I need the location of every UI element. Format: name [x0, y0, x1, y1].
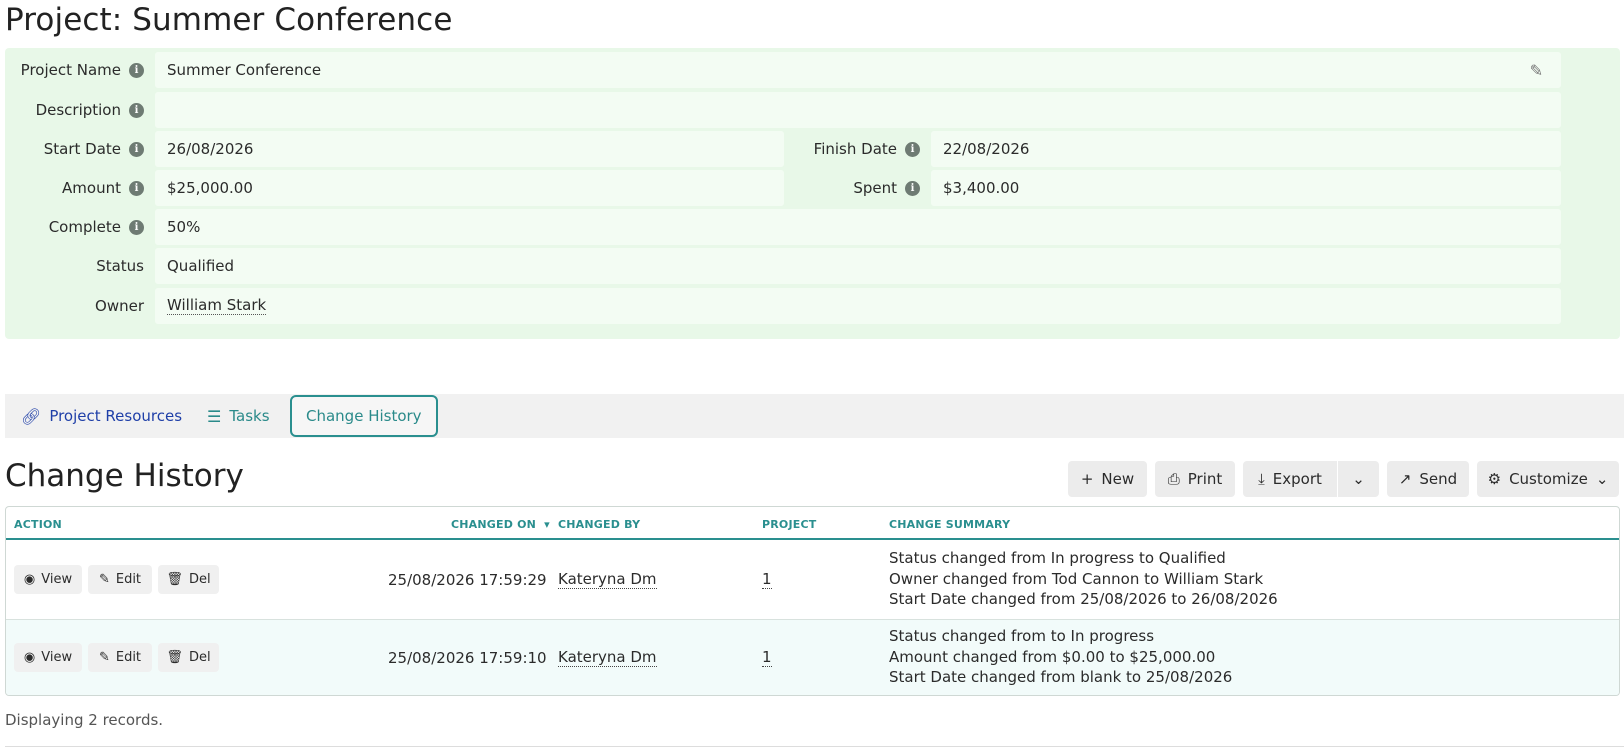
- amount-label: Amount i: [5, 170, 144, 206]
- info-icon[interactable]: i: [905, 180, 920, 196]
- change-history-table: ACTION CHANGED ON ▾ CHANGED BY PROJECT C…: [5, 506, 1620, 696]
- project-link[interactable]: 1: [762, 649, 772, 667]
- gear-icon: ⚙: [1487, 470, 1502, 488]
- start-date-label: Start Date i: [5, 131, 144, 167]
- eye-icon: ◉: [23, 650, 36, 665]
- owner-label: Owner: [95, 297, 144, 315]
- eye-icon: ◉: [23, 572, 36, 587]
- pencil-icon[interactable]: ✎: [1530, 61, 1543, 80]
- owner-link[interactable]: William Stark: [167, 297, 267, 315]
- column-header-changed-on[interactable]: CHANGED ON ▾: [451, 518, 550, 531]
- status-label: Status: [96, 257, 144, 275]
- edit-button[interactable]: ✎ Edit: [88, 565, 152, 594]
- complete-value: 50%: [155, 209, 1561, 245]
- info-icon[interactable]: i: [129, 219, 144, 235]
- finish-date-value: 22/08/2026: [931, 131, 1561, 167]
- change-summary-cell: Status changed from In progress to Quali…: [889, 549, 1278, 608]
- new-button[interactable]: + New: [1068, 461, 1147, 497]
- delete-button[interactable]: 🗑︎ Del: [158, 565, 219, 594]
- owner-value: William Stark: [155, 288, 1561, 324]
- table-header: ACTION CHANGED ON ▾ CHANGED BY PROJECT C…: [6, 507, 1619, 540]
- trash-icon: 🗑︎: [166, 572, 183, 587]
- info-icon[interactable]: i: [129, 102, 144, 118]
- table-row: ◉ View ✎ Edit 🗑︎ Del 25/08/2026 17:59:10…: [6, 619, 1619, 695]
- tab-tasks[interactable]: ☰ Tasks: [207, 394, 270, 438]
- description-label: Description i: [5, 92, 144, 128]
- info-icon[interactable]: i: [129, 141, 144, 157]
- finish-date-label: Finish Date i: [785, 131, 920, 167]
- printer-icon: ⎙: [1167, 470, 1180, 488]
- start-date-value: 26/08/2026: [155, 131, 784, 167]
- edit-icon: ✎: [98, 650, 110, 665]
- tab-bar: 🔗︎ Project Resources ☰ Tasks Change Hist…: [5, 394, 1624, 438]
- share-icon: ↗: [1398, 470, 1412, 488]
- toolbar: + New ⎙ Print ⤓ Export ⌄ ↗ Send ⚙ Custom…: [0, 461, 1624, 497]
- changed-by-link[interactable]: Kateryna Dm: [558, 571, 657, 589]
- print-button[interactable]: ⎙ Print: [1155, 461, 1235, 497]
- chevron-down-icon: ⌄: [1352, 470, 1365, 488]
- view-button[interactable]: ◉ View: [14, 565, 82, 594]
- info-icon[interactable]: i: [129, 180, 144, 196]
- divider: [5, 746, 1624, 747]
- amount-value: $25,000.00: [155, 170, 784, 206]
- edit-button[interactable]: ✎ Edit: [88, 643, 152, 672]
- spent-label: Spent i: [785, 170, 920, 206]
- spent-value: $3,400.00: [931, 170, 1561, 206]
- column-header-changed-by[interactable]: CHANGED BY: [558, 518, 640, 531]
- plus-icon: +: [1080, 470, 1094, 488]
- tab-change-history[interactable]: Change History: [290, 395, 438, 437]
- tab-project-resources[interactable]: 🔗︎ Project Resources: [21, 394, 182, 438]
- delete-button[interactable]: 🗑︎ Del: [158, 643, 219, 672]
- sort-desc-icon: ▾: [544, 518, 550, 531]
- column-header-project[interactable]: PROJECT: [762, 518, 816, 531]
- checklist-icon: ☰: [207, 406, 222, 426]
- chevron-down-icon: ⌄: [1595, 470, 1609, 488]
- send-button[interactable]: ↗ Send: [1387, 461, 1469, 497]
- status-value: Qualified: [155, 248, 1561, 284]
- page-title: Project: Summer Conference: [5, 2, 453, 38]
- project-details-panel: Project Name i Summer Conference ✎ Descr…: [5, 48, 1620, 339]
- complete-label: Complete i: [5, 209, 144, 245]
- export-dropdown-button[interactable]: ⌄: [1338, 461, 1379, 497]
- project-name-label: Project Name i: [5, 52, 144, 88]
- trash-icon: 🗑︎: [166, 650, 183, 665]
- download-icon: ⤓: [1258, 470, 1265, 488]
- project-name-value: Summer Conference ✎: [155, 52, 1561, 88]
- changed-by-link[interactable]: Kateryna Dm: [558, 649, 657, 667]
- table-row: ◉ View ✎ Edit 🗑︎ Del 25/08/2026 17:59:29…: [6, 542, 1619, 619]
- change-summary-cell: Status changed from to In progress Amoun…: [889, 627, 1233, 686]
- column-header-change-summary[interactable]: CHANGE SUMMARY: [889, 518, 1010, 531]
- record-count: Displaying 2 records.: [5, 711, 164, 729]
- column-header-action: ACTION: [14, 518, 62, 531]
- customize-button[interactable]: ⚙ Customize ⌄: [1477, 461, 1619, 497]
- view-button[interactable]: ◉ View: [14, 643, 82, 672]
- changed-on-cell: 25/08/2026 17:59:29: [388, 571, 547, 589]
- description-value: [155, 92, 1561, 128]
- link-icon: 🔗︎: [21, 406, 42, 426]
- info-icon[interactable]: i: [905, 141, 920, 157]
- info-icon[interactable]: i: [129, 62, 144, 78]
- project-link[interactable]: 1: [762, 571, 772, 589]
- changed-on-cell: 25/08/2026 17:59:10: [388, 649, 547, 667]
- edit-icon: ✎: [98, 572, 110, 587]
- export-button[interactable]: ⤓ Export: [1243, 461, 1337, 497]
